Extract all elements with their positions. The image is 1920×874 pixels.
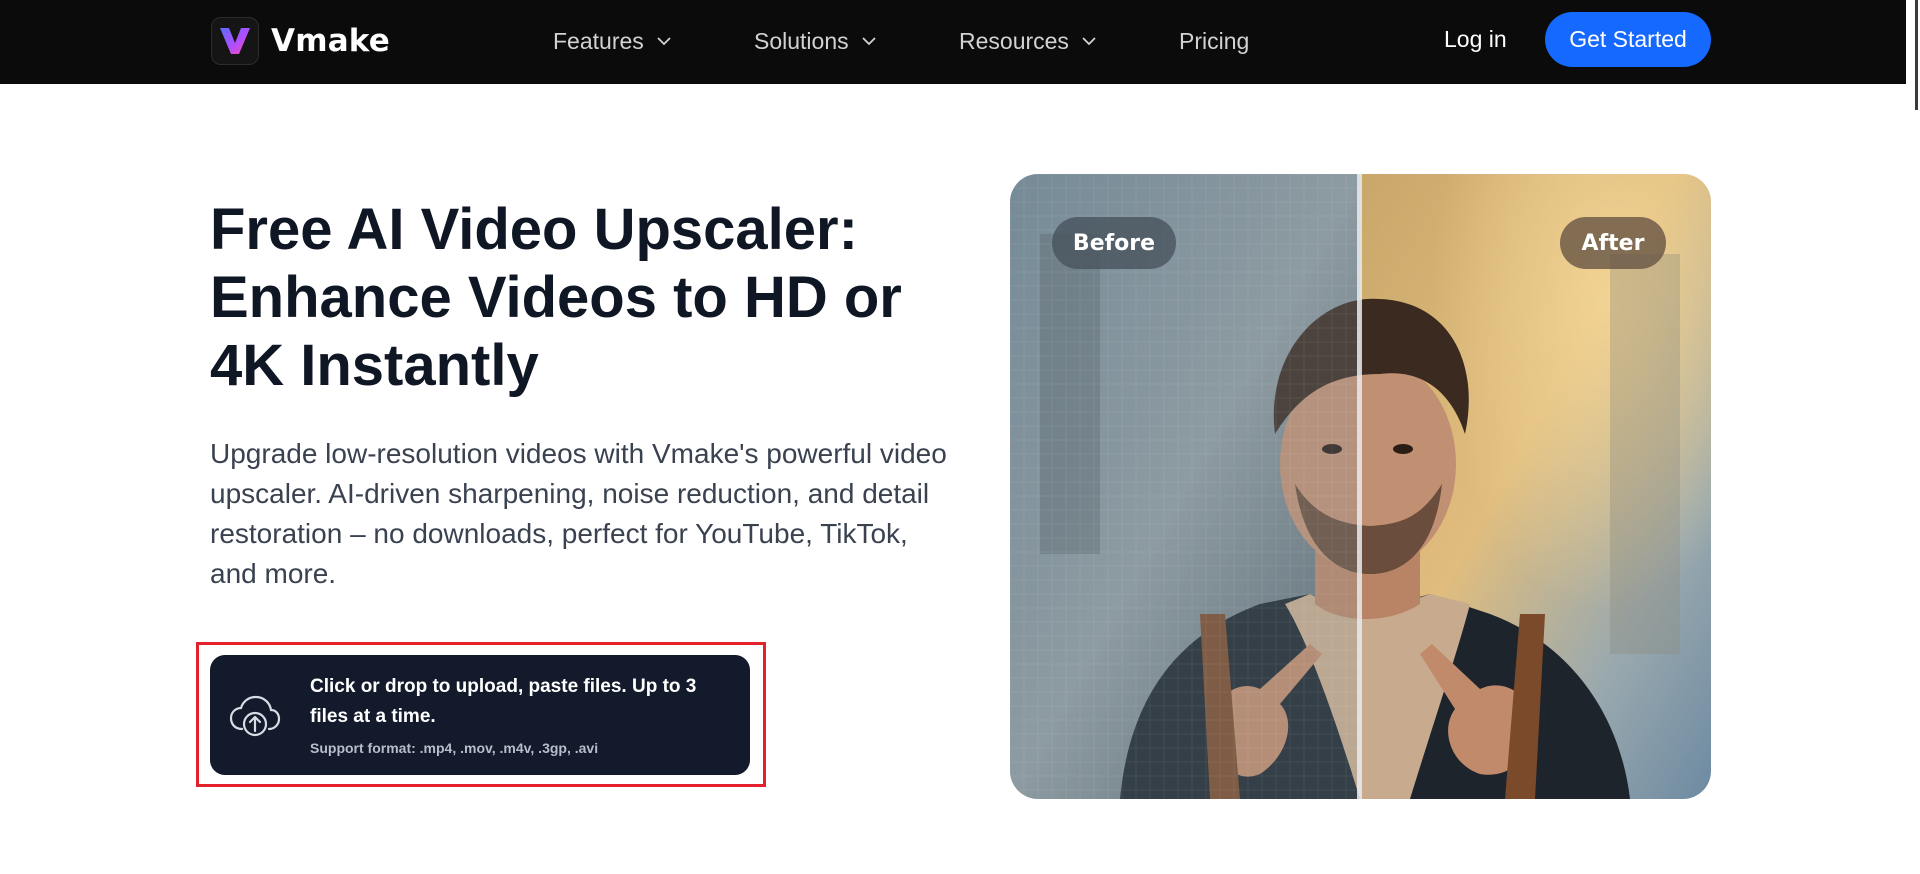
scrollbar-thumb[interactable] bbox=[1915, 0, 1918, 110]
logo-text: Vmake bbox=[271, 23, 391, 59]
nav-solutions[interactable]: Solutions bbox=[754, 26, 877, 56]
hero-description: Upgrade low-resolution videos with Vmake… bbox=[210, 438, 947, 589]
upload-supported-formats: Support format: .mp4, .mov, .m4v, .3gp, … bbox=[310, 740, 599, 756]
upload-dropzone[interactable]: Click or drop to upload, paste files. Up… bbox=[210, 655, 750, 775]
nav-resources-label: Resources bbox=[959, 27, 1069, 54]
nav-features[interactable]: Features bbox=[553, 26, 672, 56]
top-navbar: Vmake Features Solutions Resources Prici… bbox=[0, 0, 1920, 84]
nav-pricing-label: Pricing bbox=[1179, 27, 1250, 54]
login-link[interactable]: Log in bbox=[1444, 26, 1507, 53]
chevron-down-icon bbox=[1082, 37, 1096, 46]
logo-link[interactable]: Vmake bbox=[211, 17, 390, 65]
before-after-comparison[interactable]: Before After bbox=[1010, 174, 1711, 799]
page-title: Free AI Video Upscaler: Enhance Videos t… bbox=[210, 197, 902, 398]
cloud-upload-icon bbox=[229, 695, 281, 737]
scrollbar-track[interactable] bbox=[1906, 0, 1920, 874]
nav-solutions-label: Solutions bbox=[754, 27, 849, 54]
after-label: After bbox=[1560, 217, 1666, 269]
before-label: Before bbox=[1052, 217, 1176, 269]
nav-pricing[interactable]: Pricing bbox=[1179, 26, 1249, 56]
upload-instructions: Click or drop to upload, paste files. Up… bbox=[310, 676, 697, 727]
nav-resources[interactable]: Resources bbox=[959, 26, 1097, 56]
chevron-down-icon bbox=[657, 37, 671, 46]
get-started-button[interactable]: Get Started bbox=[1545, 12, 1711, 67]
vmake-logo-icon bbox=[211, 17, 259, 65]
nav-features-label: Features bbox=[553, 27, 644, 54]
chevron-down-icon bbox=[861, 37, 876, 46]
